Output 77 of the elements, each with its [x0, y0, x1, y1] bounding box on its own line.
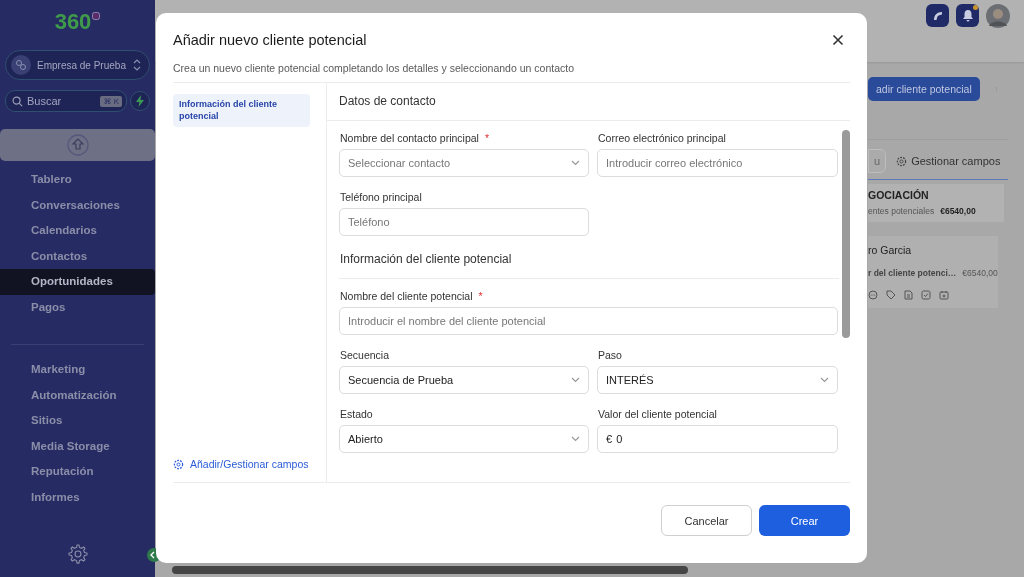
account-icon: [11, 55, 31, 75]
lead-value: €6540,00: [962, 268, 998, 278]
stage-total: €6540,00: [940, 206, 976, 216]
lead-card[interactable]: ro Garcia r del cliente potenci… €6540,00: [868, 236, 998, 308]
bell-icon: [961, 9, 974, 22]
nav-item[interactable]: Automatización: [0, 382, 155, 408]
logo: 360: [54, 8, 92, 36]
field-label: Estado: [340, 408, 373, 420]
document-icon[interactable]: [904, 290, 913, 300]
chevron-down-icon: [571, 377, 580, 383]
nav-item[interactable]: Sitios: [0, 408, 155, 434]
phone-icon: [931, 9, 944, 22]
field-label: Teléfono principal: [340, 191, 422, 203]
dialog-subtitle: Crea un nuevo cliente potencial completando los detalles y seleccionando un contacto: [173, 62, 850, 83]
lead-name: ro Garcia: [868, 244, 913, 256]
input-field[interactable]: Introducir el nombre del cliente potencial: [339, 307, 838, 335]
cancel-button[interactable]: Cancelar: [661, 505, 752, 536]
nav-item[interactable]: Informes: [0, 484, 155, 510]
tag-icon[interactable]: [886, 290, 896, 300]
nav-item[interactable]: Contactos: [0, 243, 155, 269]
up-down-chevron-icon: [133, 58, 141, 72]
field-label: Correo electrónico principal: [598, 132, 726, 144]
checkbox-icon[interactable]: [921, 290, 931, 300]
input-field[interactable]: Teléfono: [339, 208, 589, 236]
calendar-icon[interactable]: [939, 290, 949, 300]
field-label: Valor del cliente potencial: [598, 408, 717, 420]
upload-icon: [66, 134, 89, 156]
create-button[interactable]: Crear: [759, 505, 850, 536]
field-label: Secuencia: [340, 349, 390, 361]
stage-title: GOCIACIÓN: [868, 189, 930, 201]
chevron-left-icon: [149, 551, 155, 559]
notifications-button[interactable]: [956, 4, 979, 27]
nav-item[interactable]: Oportunidades: [0, 269, 155, 295]
chevron-down-icon: [820, 377, 829, 383]
settings-icon[interactable]: [66, 543, 89, 565]
scrollbar[interactable]: [842, 130, 850, 338]
lightning-icon: [135, 95, 145, 107]
nav-item[interactable]: Conversaciones: [0, 192, 155, 218]
manage-fields-button[interactable]: Gestionar campos: [896, 155, 1001, 167]
account-switcher[interactable]: Empresa de Prueba: [5, 50, 150, 80]
section-tab[interactable]: Información del cliente potencial: [173, 94, 310, 127]
nav-item[interactable]: Reputación: [0, 459, 155, 485]
select-field[interactable]: Abierto: [339, 425, 589, 453]
chevron-down-icon: [571, 436, 580, 442]
nav-item[interactable]: Media Storage: [0, 433, 155, 459]
nav-item[interactable]: Calendarios: [0, 218, 155, 244]
select-field[interactable]: Secuencia de Prueba: [339, 366, 589, 394]
select-field[interactable]: Seleccionar contacto: [339, 149, 589, 177]
settings-icon: [896, 155, 908, 167]
input-field[interactable]: € 0: [597, 425, 838, 453]
field-label: Nombre del cliente potencial: [340, 290, 473, 302]
field-label: Nombre del contacto principal: [340, 132, 479, 144]
phone-button[interactable]: [926, 4, 949, 27]
scrollbar[interactable]: [172, 566, 688, 574]
add-lead-button[interactable]: adir cliente potencial: [868, 77, 980, 101]
avatar[interactable]: [986, 4, 1010, 28]
section-title: Datos de contacto: [327, 94, 850, 121]
input-field[interactable]: Introducir correo electrónico: [597, 149, 838, 177]
select-field[interactable]: INTERÉS: [597, 366, 838, 394]
lightning-button[interactable]: [130, 91, 150, 111]
close-icon[interactable]: [832, 34, 844, 46]
chevron-down-icon: [571, 160, 580, 166]
required-mark: *: [478, 290, 483, 302]
field-label: Paso: [598, 349, 622, 361]
nav-item[interactable]: Pagos: [0, 294, 155, 320]
nav-item[interactable]: Marketing: [0, 357, 155, 383]
nav-item[interactable]: Tablero: [0, 167, 155, 193]
chat-icon[interactable]: [868, 290, 878, 300]
stage-count: entes potenciales: [868, 206, 935, 216]
lead-field-label: r del cliente potenci…: [868, 268, 957, 278]
search-icon: [12, 95, 23, 107]
toolbar-button[interactable]: u: [868, 149, 887, 173]
dialog-title: Añadir nuevo cliente potencial: [173, 32, 367, 48]
manage-fields-link[interactable]: Añadir/Gestionar campos: [173, 458, 326, 470]
required-mark: *: [484, 132, 489, 144]
section-title: Información del cliente potencial: [339, 252, 839, 279]
settings-icon: [173, 458, 184, 470]
